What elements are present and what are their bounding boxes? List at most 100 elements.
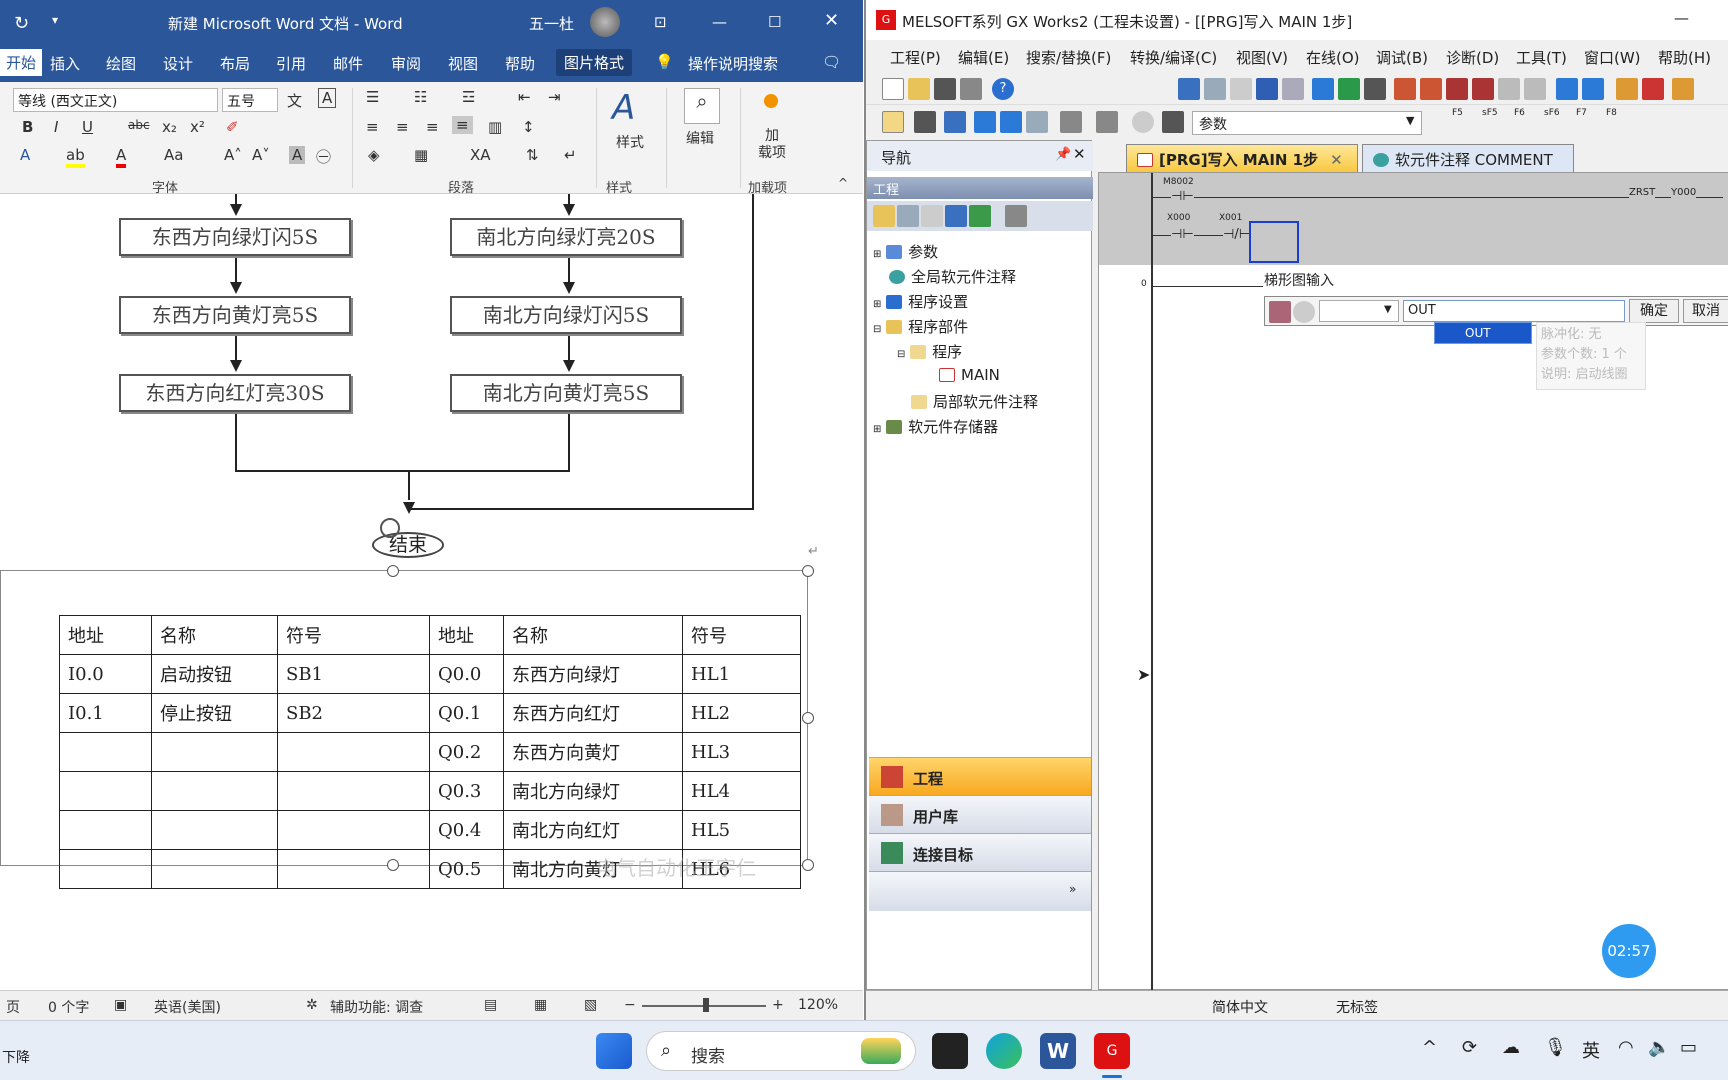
align-center-icon[interactable]: ≡ [396, 118, 409, 136]
chevron-down-icon[interactable]: » [1069, 882, 1076, 896]
tab-home[interactable]: 开始 [0, 49, 43, 76]
minimize-icon[interactable]: — [1674, 9, 1689, 27]
tool-icon[interactable] [921, 205, 943, 227]
char-shading-icon[interactable]: A [289, 146, 306, 164]
language-status[interactable]: 英语(美国) [154, 997, 221, 1017]
toolbar-icon[interactable] [914, 111, 936, 133]
nav-button-project[interactable]: 工程 [869, 757, 1091, 795]
flow-box[interactable]: 东西方向红灯亮30S [119, 374, 351, 412]
page-count[interactable]: 页 [6, 997, 20, 1017]
symbol-select[interactable]: ▼ [1319, 300, 1399, 322]
grow-font-icon[interactable]: A˄ [224, 146, 242, 164]
toolbar-icon[interactable] [944, 111, 966, 133]
styles-icon[interactable]: A [612, 88, 635, 128]
fkey-label-f6[interactable]: F6 [1514, 108, 1525, 118]
menu-help[interactable]: 帮助(H) [1658, 47, 1711, 68]
dev-icon[interactable] [974, 111, 996, 133]
ladder-editor[interactable]: M8002 ⊣⊢ ZRST Y000 X000 X001 ⊣⊢ ⊣/⊢ 0 ➤ [1098, 172, 1728, 991]
microphone-icon[interactable]: 🎙 [1544, 1037, 1567, 1058]
collapse-ribbon-icon[interactable]: ^ [838, 176, 848, 190]
ladder-cursor[interactable] [1249, 221, 1299, 263]
line-spacing-icon[interactable]: ↕ [522, 118, 535, 136]
zoom-in-icon[interactable]: + [772, 997, 784, 1013]
menu-tools[interactable]: 工具(T) [1516, 47, 1567, 68]
menu-convert-compile[interactable]: 转换/编译(C) [1130, 47, 1217, 68]
tab-view[interactable]: 视图 [448, 53, 478, 74]
chevron-down-icon[interactable]: ▼ [1406, 114, 1414, 127]
wifi-icon[interactable]: ◠ [1618, 1037, 1634, 1058]
dev-icon[interactable] [1338, 78, 1360, 100]
styles-button[interactable]: 样式 [616, 132, 644, 152]
read-mode-icon[interactable]: ▤ [484, 997, 497, 1013]
font-color-icon[interactable]: A [116, 146, 127, 168]
edit-button[interactable]: 编辑 [686, 128, 714, 148]
ok-button[interactable]: 确定 [1629, 299, 1679, 323]
multilevel-icon[interactable]: ☲ [462, 88, 475, 106]
fkey-label-f7[interactable]: F7 [1576, 108, 1587, 118]
properties-icon[interactable] [945, 205, 967, 227]
flow-box[interactable]: 南北方向绿灯亮20S [450, 218, 682, 256]
dev-icon[interactable] [1582, 78, 1604, 100]
maximize-icon[interactable]: ☐ [768, 13, 781, 31]
subscript-icon[interactable]: x₂ [162, 118, 177, 136]
enclose-char-icon[interactable]: ㊀ [316, 146, 331, 167]
menu-debug[interactable]: 调试(B) [1376, 47, 1428, 68]
new-item-icon[interactable] [873, 205, 895, 227]
decrease-indent-icon[interactable]: ⇤ [518, 88, 531, 106]
edge-icon[interactable] [986, 1033, 1022, 1069]
contact-icon[interactable]: ⊣⊢ [1171, 189, 1194, 204]
comment-icon[interactable] [1293, 301, 1315, 323]
find-icon[interactable] [1498, 78, 1520, 100]
zoom-out-icon[interactable]: − [624, 997, 636, 1013]
flow-box[interactable]: 东西方向黄灯亮5S [119, 296, 351, 334]
nav-button-library[interactable]: 用户库 [869, 795, 1091, 833]
dev-icon[interactable] [1312, 78, 1334, 100]
chinese-layout-icon[interactable]: ⅩA [470, 146, 491, 164]
pin-icon[interactable]: 📌 [1055, 147, 1071, 162]
arrow-icon[interactable] [1420, 78, 1442, 100]
timer-badge[interactable]: 02:57 [1602, 924, 1656, 978]
toolbar-combo[interactable]: 参数 [1192, 111, 1422, 135]
distribute-icon[interactable]: ▥ [488, 118, 502, 136]
dev-icon[interactable] [1000, 111, 1022, 133]
ime-indicator[interactable]: 英 [1582, 1037, 1600, 1063]
tab-picture-format[interactable]: 图片格式 [556, 49, 633, 76]
tell-me-search[interactable]: 操作说明搜索 [688, 53, 778, 74]
contact-icon[interactable]: ⊣⊢ [1171, 227, 1194, 242]
help-icon[interactable]: ? [992, 78, 1014, 100]
menu-view[interactable]: 视图(V) [1236, 47, 1288, 68]
fkey-label-sf5[interactable]: sF5 [1482, 108, 1498, 118]
dev-icon[interactable] [1026, 111, 1048, 133]
flow-box[interactable]: 东西方向绿灯闪5S [119, 218, 351, 256]
resize-handle[interactable] [802, 712, 814, 724]
tab-device-comment[interactable]: 软元件注释 COMMENT [1362, 144, 1574, 172]
instruction-icon[interactable] [1269, 301, 1291, 323]
increase-indent-icon[interactable]: ⇥ [548, 88, 561, 106]
tree-item-global-comment[interactable]: 全局软元件注释 [889, 266, 1016, 287]
show-marks-icon[interactable]: ↵ [564, 146, 577, 164]
font-size-select[interactable]: 五号 [222, 88, 278, 112]
menu-find-replace[interactable]: 搜索/替换(F) [1026, 47, 1111, 68]
resize-handle[interactable] [802, 859, 814, 871]
web-layout-icon[interactable]: ▧ [584, 997, 597, 1013]
volume-icon[interactable]: 🔈 [1648, 1037, 1670, 1058]
user-avatar[interactable] [590, 7, 620, 37]
highlight-icon[interactable]: ab [66, 146, 85, 168]
underline-icon[interactable]: U [82, 118, 93, 136]
tab-references[interactable]: 引用 [276, 53, 306, 74]
search-icon[interactable]: ⌕ [684, 88, 720, 124]
redo-icon[interactable] [1282, 78, 1304, 100]
clear-format-icon[interactable]: ✐ [226, 118, 239, 136]
print-icon[interactable] [960, 78, 982, 100]
zoom-level[interactable]: 120% [798, 997, 838, 1013]
refresh-icon[interactable] [969, 205, 991, 227]
menu-online[interactable]: 在线(O) [1306, 47, 1360, 68]
zoom-thumb[interactable] [703, 998, 709, 1012]
help-icon[interactable] [1132, 111, 1154, 133]
open-folder-icon[interactable] [908, 78, 930, 100]
dev-icon[interactable] [1364, 78, 1386, 100]
chevron-up-icon[interactable]: ^ [1422, 1037, 1437, 1058]
tab-help[interactable]: 帮助 [505, 53, 535, 74]
borders-icon[interactable]: ▦ [414, 146, 428, 164]
menu-edit[interactable]: 编辑(E) [958, 47, 1009, 68]
